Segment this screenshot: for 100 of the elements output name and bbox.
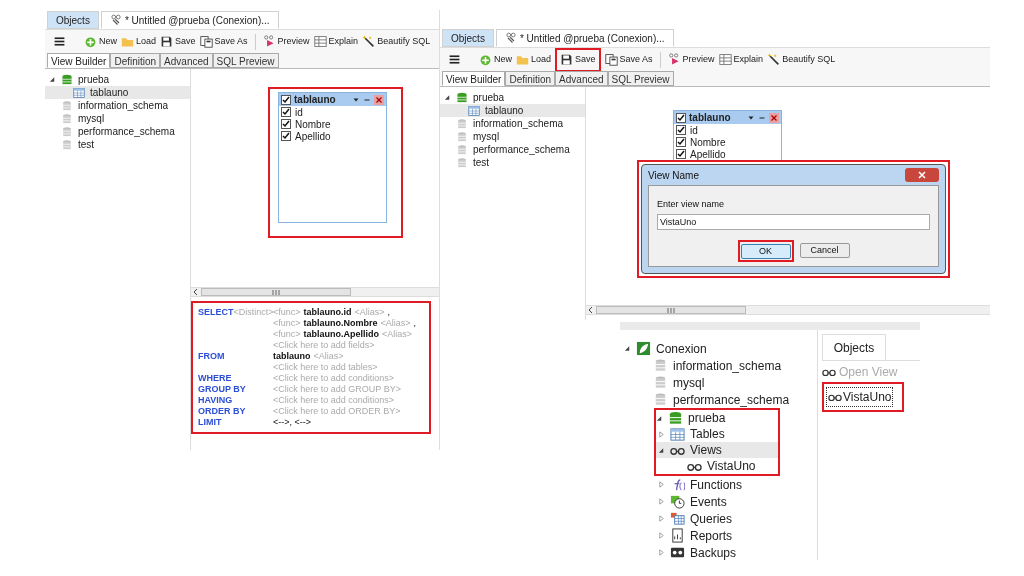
tree-item[interactable]: prueba xyxy=(656,410,778,426)
tree-item[interactable]: Reports xyxy=(620,527,817,544)
database-icon xyxy=(61,138,73,151)
dialog-button[interactable]: OK xyxy=(740,243,791,259)
database-icon xyxy=(653,392,668,407)
field-label: Nombre xyxy=(295,117,331,132)
tree-item[interactable]: test xyxy=(45,138,190,151)
toolbar-button[interactable]: Beautify SQL xyxy=(362,31,431,52)
tree-item[interactable]: mysql xyxy=(620,374,817,391)
toolbar-button[interactable]: Preview xyxy=(667,49,715,70)
toolbar-button[interactable]: New xyxy=(479,49,512,70)
checkbox[interactable] xyxy=(676,149,686,159)
tree-item[interactable]: information_schema xyxy=(45,99,190,112)
tree-item[interactable]: Backups xyxy=(620,544,817,561)
tree-item[interactable]: Functions xyxy=(620,476,817,493)
input-field[interactable]: VistaUno xyxy=(657,213,930,230)
sub-tab[interactable]: Advanced xyxy=(160,53,213,68)
tab[interactable]: Objects xyxy=(822,334,886,360)
tree-label: test xyxy=(78,138,95,152)
toolbar-button[interactable]: Save As xyxy=(199,31,248,52)
tree-item[interactable]: Tables xyxy=(656,426,778,442)
play-icon xyxy=(262,35,276,48)
sql-identifier: tablauno.Nombre xyxy=(303,318,378,329)
tree-item[interactable]: mysql xyxy=(45,112,190,125)
toolbar-button[interactable]: Preview xyxy=(262,31,310,52)
toolbar-button[interactable]: New xyxy=(84,31,117,52)
sql-identifier: tablauno xyxy=(273,351,311,362)
checkbox[interactable] xyxy=(281,107,291,117)
tree-item[interactable]: Queries xyxy=(620,510,817,527)
tree-label: tablauno xyxy=(90,86,129,100)
magic-wand-icon xyxy=(362,35,376,48)
sub-tab[interactable]: SQL Preview xyxy=(212,53,279,68)
tree-item[interactable]: Events xyxy=(620,493,817,510)
sub-tab[interactable]: Advanced xyxy=(555,71,608,86)
play-icon xyxy=(667,53,681,66)
tree-item[interactable]: test xyxy=(440,156,585,169)
toolbar-button[interactable]: Explain xyxy=(718,49,764,70)
tree-label: information_schema xyxy=(673,357,782,375)
horizontal-scrollbar[interactable] xyxy=(586,305,990,315)
database-icon xyxy=(456,143,468,156)
close-icon xyxy=(374,94,384,105)
tree-item[interactable]: tablauno xyxy=(45,86,190,99)
object-item[interactable]: VistaUno xyxy=(826,387,894,407)
checkbox[interactable] xyxy=(676,112,686,123)
checkbox[interactable] xyxy=(281,131,291,141)
tree-item[interactable]: prueba xyxy=(45,73,190,86)
sub-tab[interactable]: Definition xyxy=(110,53,161,68)
tree-label: prueba xyxy=(688,410,726,427)
toolbar-button[interactable]: Beautify SQL xyxy=(767,49,836,70)
tree-item[interactable]: Conexion xyxy=(620,340,817,357)
sql-keyword: HAVING xyxy=(198,395,233,406)
tree-label: mysql xyxy=(78,112,105,126)
tree-item[interactable]: tablauno xyxy=(440,104,585,117)
close-button[interactable] xyxy=(905,168,939,182)
tree-item[interactable]: mysql xyxy=(440,130,585,143)
folder-icon xyxy=(121,35,134,48)
tree-label: prueba xyxy=(78,73,110,87)
table-icon xyxy=(670,426,685,442)
database-icon xyxy=(61,125,73,138)
horizontal-scrollbar[interactable] xyxy=(191,287,439,297)
sub-tab[interactable]: SQL Preview xyxy=(607,71,674,86)
toolbar-button[interactable]: Load xyxy=(516,49,552,70)
close-icon xyxy=(918,171,926,179)
tree-label: Conexion xyxy=(656,340,707,358)
toolbar-button[interactable]: Save xyxy=(560,49,596,70)
checkbox[interactable] xyxy=(676,137,686,147)
sub-tab[interactable]: Definition xyxy=(505,71,556,86)
tab[interactable]: Objects xyxy=(442,29,494,47)
grid-icon xyxy=(313,35,327,48)
sql-keyword: FROM xyxy=(198,351,225,362)
checkbox[interactable] xyxy=(281,94,291,105)
database-icon xyxy=(61,73,73,86)
sql-keyword: LIMIT xyxy=(198,417,222,428)
tree-item[interactable]: VistaUno xyxy=(656,458,778,474)
toolbar-button[interactable]: Explain xyxy=(313,31,359,52)
tab[interactable]: * Untitled @prueba (Conexion)... xyxy=(100,11,279,29)
tree-item[interactable]: performance_schema xyxy=(620,391,817,408)
tree-item[interactable]: information_schema xyxy=(440,117,585,130)
sub-tab[interactable]: View Builder xyxy=(47,53,111,68)
tree-item[interactable]: performance_schema xyxy=(440,143,585,156)
checkbox[interactable] xyxy=(281,119,291,129)
dialog-button[interactable]: Cancel xyxy=(799,242,850,258)
checkbox[interactable] xyxy=(676,125,686,135)
tree-item[interactable]: information_schema xyxy=(620,357,817,374)
dialog-title: View Name xyxy=(648,168,700,183)
object-label: VistaUno xyxy=(843,389,892,406)
tree-item[interactable]: prueba xyxy=(440,91,585,104)
tree-item[interactable]: performance_schema xyxy=(45,125,190,138)
toolbar-button[interactable]: Load xyxy=(121,31,157,52)
table-widget[interactable]: tablauno id Nombre Apellido xyxy=(278,92,387,223)
tab[interactable]: Objects xyxy=(47,11,99,29)
tab[interactable]: * Untitled @prueba (Conexion)... xyxy=(495,29,674,47)
toolbar-button[interactable]: Save As xyxy=(604,49,653,70)
tree-item[interactable]: Views xyxy=(656,442,778,458)
database-icon xyxy=(456,130,468,143)
leaf-icon xyxy=(636,341,651,356)
toolbar-button[interactable]: Save xyxy=(160,31,196,52)
sub-tab[interactable]: View Builder xyxy=(442,71,506,86)
tree-label: VistaUno xyxy=(707,458,756,475)
table-icon xyxy=(73,86,85,99)
